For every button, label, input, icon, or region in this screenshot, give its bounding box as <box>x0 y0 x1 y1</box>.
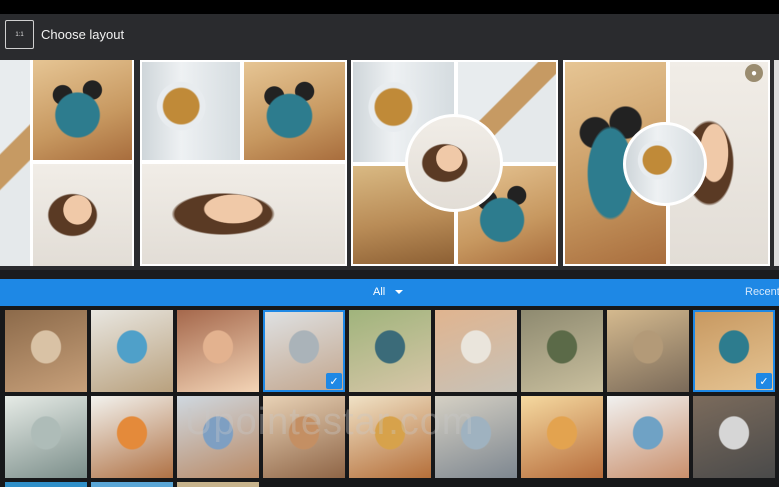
filter-tab-bar: All Recent <box>0 279 779 306</box>
checkmark-icon: ✓ <box>756 373 772 389</box>
photo-legs-street[interactable] <box>5 310 87 392</box>
chevron-down-icon[interactable] <box>395 290 403 294</box>
photo-couple-hats[interactable] <box>607 396 689 478</box>
status-bar <box>0 0 779 14</box>
layout-photo <box>0 60 30 266</box>
photo-jumping[interactable] <box>177 396 259 478</box>
photo-sunset-path[interactable] <box>521 396 603 478</box>
photo-woman-car[interactable] <box>5 396 87 478</box>
album-dropdown[interactable]: All <box>373 286 385 298</box>
layout-photo <box>142 164 345 264</box>
photo-orange-dress[interactable] <box>91 396 173 478</box>
layout-option-3[interactable] <box>351 60 558 266</box>
photo-paris[interactable] <box>435 396 517 478</box>
layout-photo <box>142 62 240 160</box>
lock-icon: ● <box>745 64 763 82</box>
photo-man-dog[interactable] <box>91 310 173 392</box>
photo-thumbnail-partial[interactable] <box>5 482 87 487</box>
photo-balloon[interactable] <box>607 310 689 392</box>
layout-center-bubble <box>623 122 707 206</box>
layout-option-1[interactable] <box>0 60 134 266</box>
layout-carousel[interactable]: ● <box>0 56 779 270</box>
photo-girl-glasses[interactable]: ✓ <box>263 310 345 392</box>
photo-woman-tattoo[interactable] <box>263 396 345 478</box>
tab-recent[interactable]: Recent <box>745 286 779 298</box>
photo-woman-laughing[interactable] <box>349 310 431 392</box>
photo-thumbnail-partial[interactable] <box>177 482 259 487</box>
layout-option-4[interactable]: ● <box>563 60 770 266</box>
photo-shoe-sunglasses[interactable]: ✓ <box>693 310 775 392</box>
photo-gallery: ✓ ✓ <box>0 306 779 487</box>
layout-option-2[interactable] <box>140 60 347 266</box>
layout-photo <box>33 164 132 266</box>
layout-photo <box>33 60 132 160</box>
layout-option-5[interactable] <box>774 60 779 266</box>
aspect-ratio-label: 1:1 <box>15 31 24 38</box>
aspect-ratio-button[interactable]: 1:1 <box>5 20 34 49</box>
photo-couple-heart[interactable] <box>177 310 259 392</box>
photo-tree-guitar[interactable] <box>521 310 603 392</box>
checkmark-icon: ✓ <box>326 373 342 389</box>
photo-thumbnail-partial[interactable] <box>91 482 173 487</box>
photo-woman-beach[interactable] <box>435 310 517 392</box>
layout-center-bubble <box>405 114 503 212</box>
page-title: Choose layout <box>41 27 125 42</box>
photo-food-plate[interactable] <box>349 396 431 478</box>
top-bar: 1:1 Choose layout <box>0 14 779 56</box>
layout-photo <box>244 62 345 160</box>
photo-sneakers[interactable] <box>693 396 775 478</box>
